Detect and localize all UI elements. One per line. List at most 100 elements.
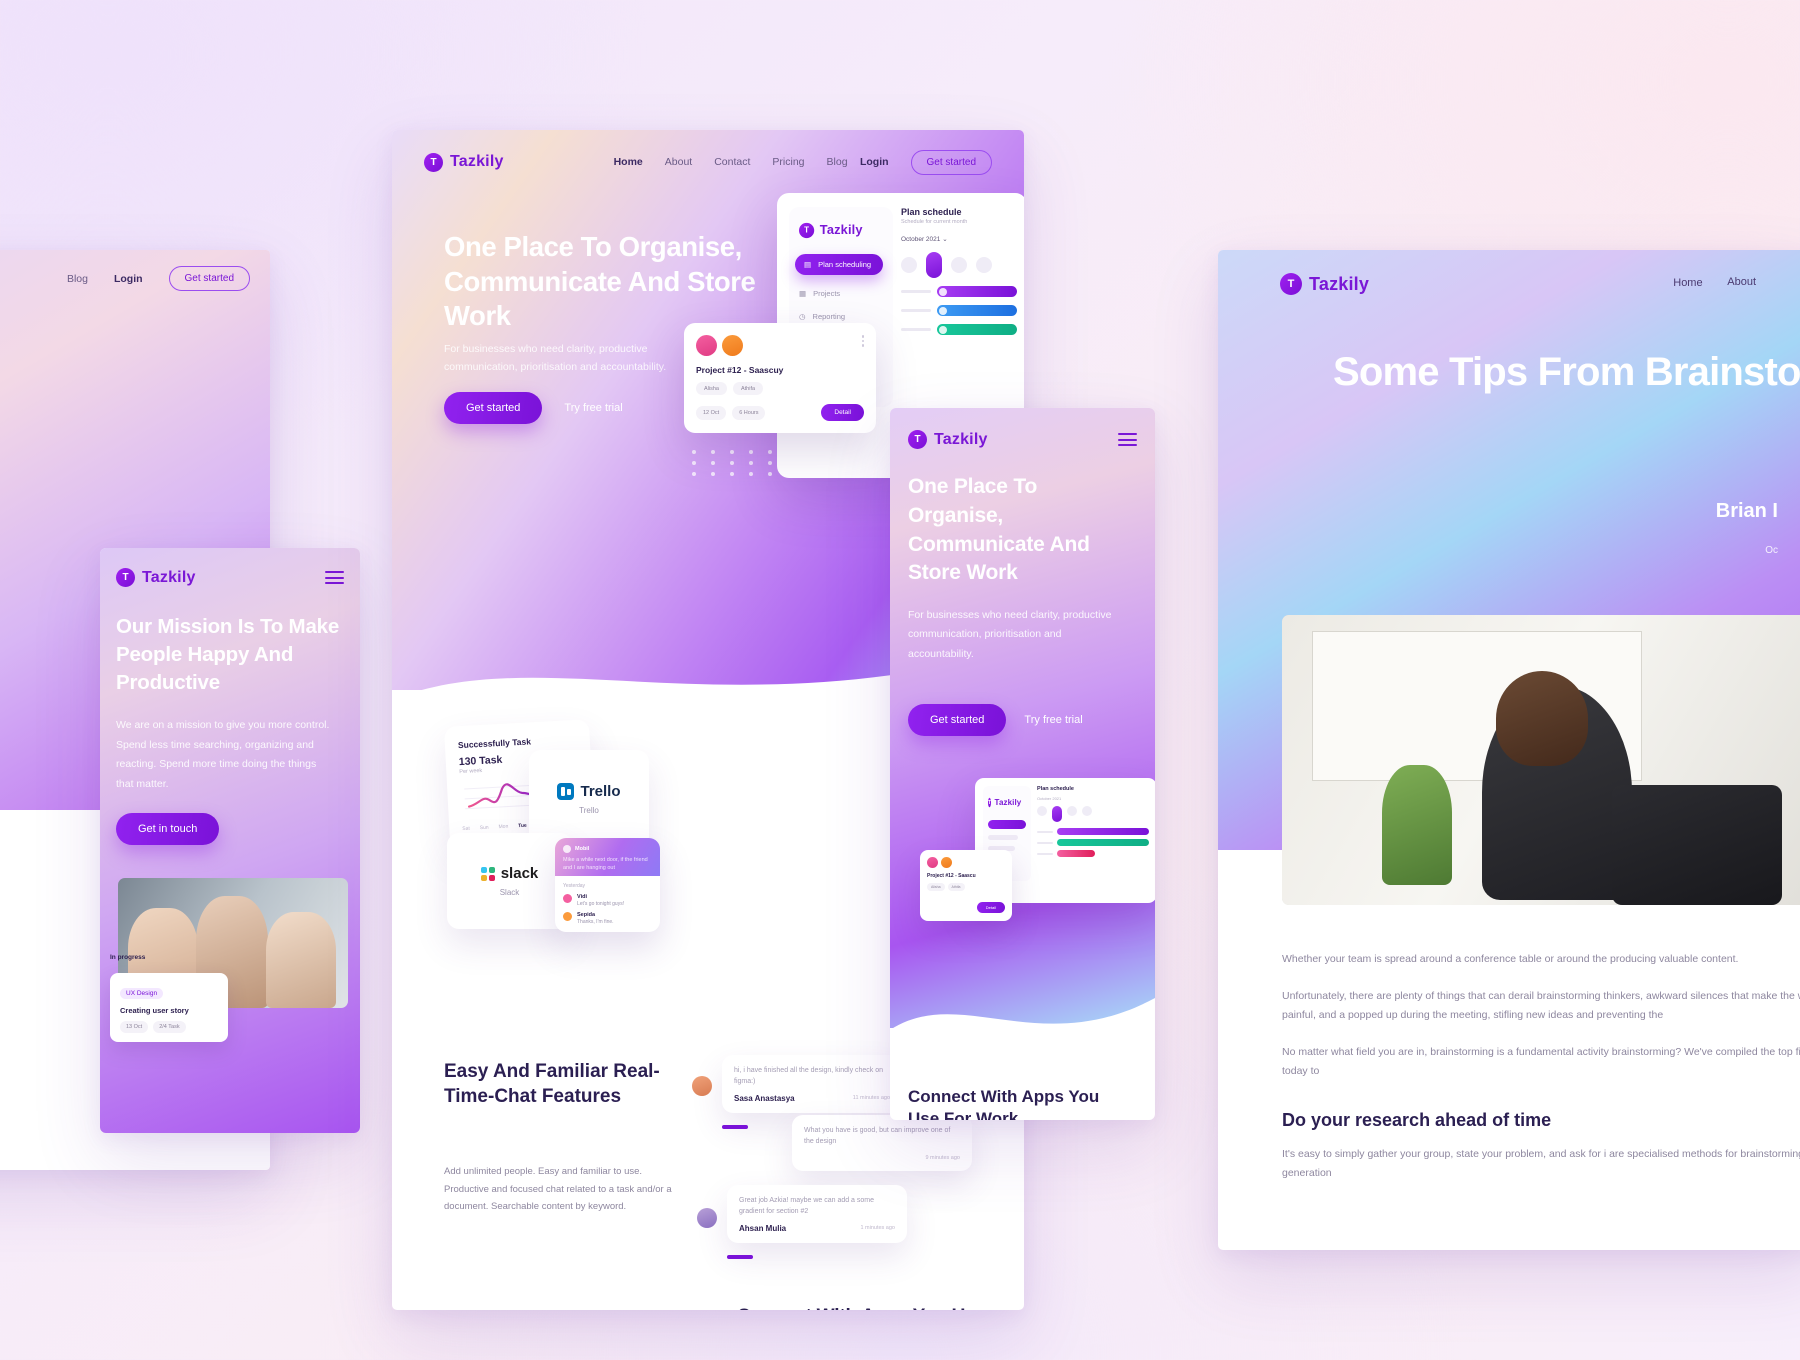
sidebar-item-plan-scheduling[interactable]: ▤ Plan scheduling	[795, 254, 883, 275]
mobile-get-started-button[interactable]: Get started	[908, 704, 1007, 736]
project-card[interactable]: Project #12 - Saascuy Alisha Athifa 12 O…	[684, 323, 876, 433]
project-date: 12 Oct	[696, 405, 727, 420]
chat-caption: Mike a while next door, if the friend an…	[563, 857, 648, 872]
nav-link-contact[interactable]: Contact	[714, 156, 750, 168]
mini-detail-button[interactable]: Detail	[976, 902, 1005, 913]
main-navbar: T Tazkily Home About Contact Pricing Blo…	[392, 142, 1024, 182]
bubble-text: hi, i have finished all the design, kind…	[734, 1067, 884, 1086]
hero-title: One Place To Organise, Communicate And S…	[444, 231, 756, 332]
avatar	[697, 1208, 717, 1228]
blog-body: Whether your team is spread around a con…	[1282, 950, 1800, 1201]
get-started-button[interactable]: Get started	[168, 266, 250, 291]
mobile-section-heading: Connect With Apps You Use For Work	[908, 1087, 1100, 1120]
logo-mark-icon: T	[908, 430, 927, 449]
nav-link-about[interactable]: About	[665, 156, 692, 168]
chat-preview-header: Mobil Mike a while next door, if the fri…	[555, 838, 660, 876]
more-options-icon[interactable]	[861, 335, 864, 347]
logo-text: Tazkily	[934, 430, 988, 448]
blog-title: Some Tips From Brainstorm	[1333, 350, 1800, 394]
chat-text: Let's go tonight guys!	[577, 901, 625, 907]
logo-text: Tazkily	[994, 798, 1022, 807]
login-link[interactable]: Login	[860, 156, 889, 168]
avatar	[901, 257, 917, 273]
mobile-project-card[interactable]: Project #12 - Saascu Alisha Athifa Detai…	[920, 850, 1012, 921]
panel-subtitle: Schedule for current month	[901, 219, 968, 225]
day-label: Sat	[462, 825, 470, 833]
project-tags: Alisha Athifa	[696, 382, 864, 395]
blog-subheading: Do your research ahead of time	[1282, 1110, 1552, 1131]
mobile-topbar: T Tazkily	[116, 568, 344, 587]
month-label: October 2021	[901, 236, 941, 243]
chat-text: Thanks, I'm fine.	[577, 919, 614, 925]
nav-link-about[interactable]: About	[1727, 276, 1756, 291]
testimonial-bubble: Great job Azkia! maybe we can add a some…	[727, 1185, 907, 1244]
avatar	[951, 257, 967, 273]
avatar-row	[901, 252, 1017, 278]
nav-link-home[interactable]: Home	[614, 156, 643, 168]
logo-text: Tazkily	[142, 568, 196, 586]
testimonial-bubble: What you have is good, but can improve o…	[792, 1115, 972, 1172]
detail-button[interactable]: Detail	[821, 404, 864, 421]
panel-title: Plan schedule	[901, 207, 962, 217]
logo-mark-icon: T	[116, 568, 135, 587]
logo[interactable]: T Tazkily	[908, 430, 988, 449]
schedule-row	[901, 305, 1017, 316]
task-tag: UX Design	[120, 988, 164, 999]
mission-title: Our Mission Is To Make People Happy And …	[116, 615, 340, 695]
hamburger-icon[interactable]	[325, 571, 344, 584]
calendar-icon: ▤	[804, 260, 812, 269]
logo[interactable]: T Tazkily	[1280, 273, 1369, 295]
get-started-button[interactable]: Get started	[910, 149, 992, 175]
logo[interactable]: T Tazkily	[424, 152, 504, 172]
trello-wordmark: Trello	[580, 783, 621, 800]
nav-link-blog[interactable]: Blog	[827, 156, 848, 168]
logo[interactable]: T Tazkily	[116, 568, 196, 587]
nav-link-home[interactable]: Home	[1673, 276, 1702, 291]
hamburger-icon[interactable]	[1118, 433, 1137, 446]
slack-label: Slack	[499, 888, 520, 897]
blog-paragraph: Unfortunately, there are plenty of thing…	[1282, 989, 1800, 1021]
task-chip-date: 13 Oct	[120, 1021, 149, 1033]
logo-mark-icon: T	[424, 152, 443, 172]
chat-day-label: Yesterday	[563, 883, 586, 889]
nav-link-pricing[interactable]: Pricing	[772, 156, 804, 168]
chat-preview-card: Mobil Mike a while next door, if the fri…	[555, 838, 660, 932]
mini-tag: Alisha	[927, 883, 945, 891]
avatar	[692, 1076, 712, 1096]
trello-label: Trello	[579, 806, 599, 815]
blog-date: Oc	[1765, 545, 1778, 556]
logo-mark-icon: T	[799, 222, 815, 239]
in-progress-card[interactable]: UX Design Creating user story 13 Oct 2/4…	[110, 973, 228, 1042]
mini-project-title: Project #12 - Saascu	[927, 873, 976, 879]
sidebar-item-reporting[interactable]: ◷ Reporting	[799, 312, 883, 321]
mobile-try-free-trial-button[interactable]: Try free trial	[1024, 714, 1082, 726]
blog-paragraph: Whether your team is spread around a con…	[1282, 953, 1739, 965]
sidebar-label: Reporting	[812, 312, 846, 321]
stat-title: Successfully Task	[457, 736, 532, 751]
chat-message: Sepidа Thanks, I'm fine.	[563, 912, 652, 925]
testimonial-bubble: hi, i have finished all the design, kind…	[722, 1055, 902, 1114]
hero-try-free-trial-button[interactable]: Try free trial	[564, 402, 622, 414]
schedule-row	[901, 324, 1017, 335]
slack-icon	[480, 866, 495, 881]
nav-links: Home About Contact Pricing Blog	[614, 156, 848, 168]
nav-link-blog[interactable]: Blog	[67, 273, 88, 285]
slack-integration-card[interactable]: slack Slack	[447, 833, 572, 929]
avatar	[976, 257, 992, 273]
logo-text: Tazkily	[1309, 273, 1370, 294]
hero-subtitle: For businesses who need clarity, product…	[444, 343, 667, 374]
chat-sender: Sepidа	[577, 912, 596, 918]
bubble-text: Great job Azkia! maybe we can add a some…	[739, 1197, 875, 1216]
login-link[interactable]: Login	[114, 273, 143, 285]
sidebar-item-projects[interactable]: ▦ Projects	[799, 289, 883, 298]
chat-header-name: Mobil	[575, 846, 590, 852]
blog-author: Brian I	[1715, 500, 1778, 522]
hero-get-started-button[interactable]: Get started	[444, 392, 543, 424]
logo-mark-icon: T	[988, 797, 992, 808]
chat-sender: Vidi	[577, 894, 587, 900]
project-title: Project #12 - Saascuy	[696, 365, 784, 375]
get-in-touch-button[interactable]: Get in touch	[116, 813, 220, 845]
day-label: Mon	[498, 823, 509, 831]
month-selector[interactable]: October 2021 ⌄	[901, 235, 1017, 243]
mobile-hero-mockup: T Tazkily One Place To Organise, Communi…	[890, 408, 1155, 1120]
